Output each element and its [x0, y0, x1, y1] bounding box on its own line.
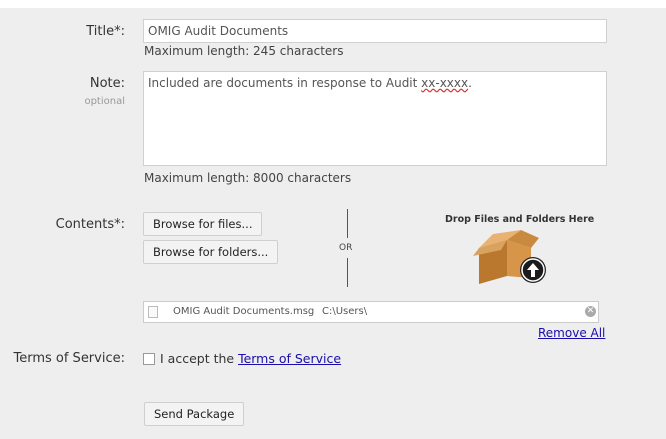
terms-of-service-link[interactable]: Terms of Service: [238, 351, 341, 366]
note-hint: Maximum length: 8000 characters: [144, 171, 352, 185]
title-input[interactable]: OMIG Audit Documents: [143, 19, 607, 43]
remove-circle-icon[interactable]: ✕: [585, 306, 596, 317]
note-text-marked: xx-xxxx: [421, 76, 469, 90]
note-text-suffix: .: [468, 76, 472, 90]
or-divider-bottom: [347, 258, 348, 287]
terms-text: I accept the Terms of Service: [160, 351, 341, 366]
box-upload-icon[interactable]: [473, 226, 551, 288]
remove-all-link[interactable]: Remove All: [538, 326, 605, 340]
file-path: C:\Users\: [322, 306, 368, 317]
title-hint: Maximum length: 245 characters: [144, 44, 344, 58]
note-label: Note:: [89, 76, 125, 91]
title-input-value: OMIG Audit Documents: [148, 24, 289, 38]
terms-checkbox[interactable]: [143, 353, 155, 365]
file-name: OMIG Audit Documents.msg: [173, 306, 315, 317]
title-label: Title*:: [86, 24, 125, 39]
send-package-button[interactable]: Send Package: [144, 402, 245, 426]
or-label: OR: [339, 243, 353, 253]
terms-label: Terms of Service:: [13, 351, 125, 366]
terms-accept-prefix: I accept the: [160, 351, 239, 366]
or-divider-top: [347, 209, 348, 238]
file-list-item: OMIG Audit Documents.msg C:\Users\ ✕: [143, 301, 599, 323]
note-text-prefix: Included are documents in response to Au…: [148, 76, 422, 90]
note-textarea[interactable]: Included are documents in response to Au…: [143, 71, 607, 166]
browse-folders-button[interactable]: Browse for folders...: [143, 240, 279, 264]
file-icon: [148, 306, 158, 318]
browse-files-button[interactable]: Browse for files...: [143, 212, 263, 236]
contents-label: Contents*:: [55, 217, 125, 232]
drop-zone-title: Drop Files and Folders Here: [445, 214, 595, 225]
note-sublabel: optional: [84, 96, 125, 107]
